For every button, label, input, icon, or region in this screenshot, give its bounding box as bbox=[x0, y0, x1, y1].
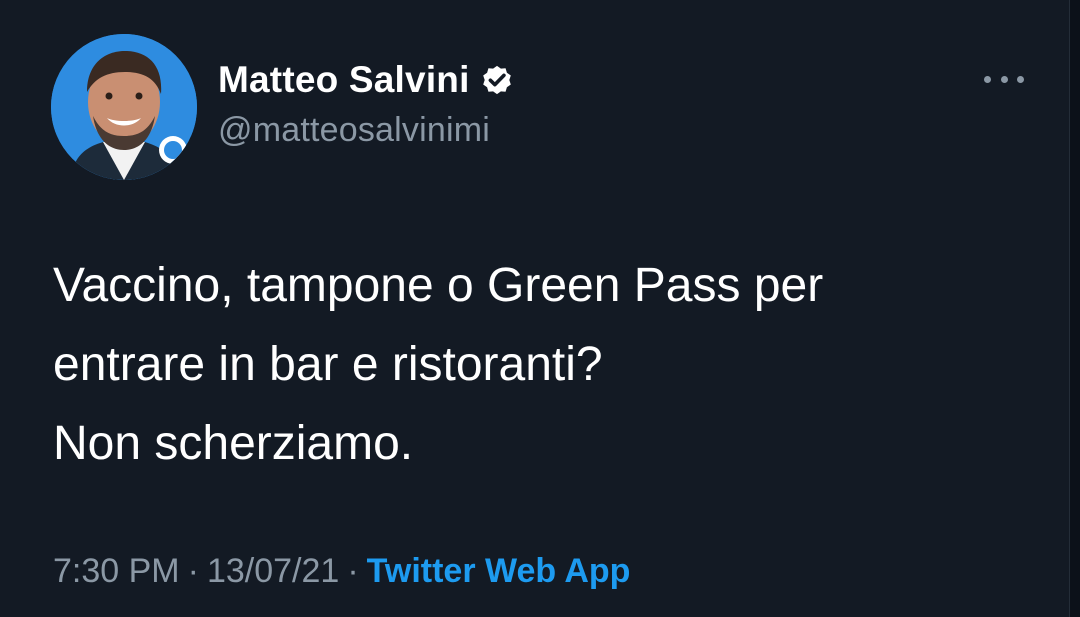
tweet-text-line: Vaccino, tampone o Green Pass per bbox=[53, 259, 824, 312]
tweet-text-line: entrare in bar e ristoranti? bbox=[53, 338, 603, 391]
avatar[interactable] bbox=[51, 34, 197, 180]
tweet-time[interactable]: 7:30 PM bbox=[53, 552, 180, 590]
meta-separator: · bbox=[347, 552, 359, 590]
more-dot bbox=[1000, 75, 1008, 83]
tweet-card: Matteo Salvini @matteosalvinimi Vaccino,… bbox=[0, 0, 1080, 617]
tweet-text-line: Non scherziamo. bbox=[53, 417, 414, 470]
right-edge-border bbox=[1069, 0, 1080, 617]
more-options-icon[interactable] bbox=[984, 64, 1024, 94]
meta-separator: · bbox=[187, 552, 199, 590]
tweet-metadata: 7:30 PM · 13/07/21 · Twitter Web App bbox=[53, 552, 630, 591]
user-handle[interactable]: @matteosalvinimi bbox=[218, 111, 490, 150]
display-name[interactable]: Matteo Salvini bbox=[218, 59, 470, 101]
verified-badge-icon bbox=[482, 65, 511, 95]
author-name-row[interactable]: Matteo Salvini bbox=[218, 58, 515, 102]
tweet-date[interactable]: 13/07/21 bbox=[207, 552, 339, 590]
avatar-photo-icon bbox=[51, 34, 197, 180]
more-dot bbox=[1017, 75, 1024, 83]
more-dot bbox=[984, 75, 991, 83]
tweet-source-link[interactable]: Twitter Web App bbox=[367, 552, 631, 590]
tweet-text: Vaccino, tampone o Green Pass per entrar… bbox=[53, 246, 1013, 483]
